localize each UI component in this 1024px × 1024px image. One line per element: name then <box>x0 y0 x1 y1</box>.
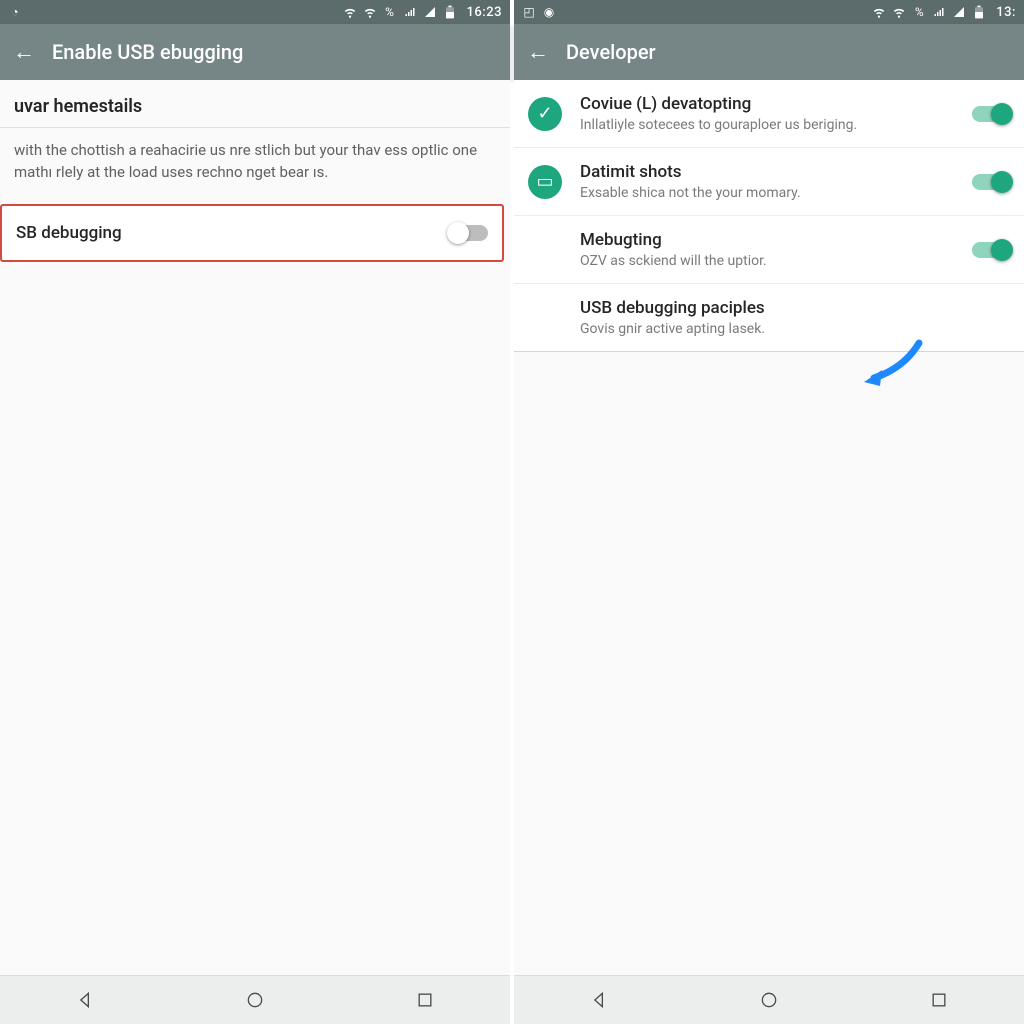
nav-back-icon[interactable] <box>588 989 610 1011</box>
dev-row-mebugting[interactable]: Mebugting OZV as sckiend will the uptior… <box>514 216 1024 284</box>
phone-right: ◰ ◉ % 13: ← Developer <box>514 0 1024 1024</box>
signal-icon <box>932 5 946 19</box>
nav-home-icon[interactable] <box>244 989 266 1011</box>
phone-left: ◔ % 16:23 ← Enable USB ebugging <box>0 0 514 1024</box>
content-area: uvar hemestails with the chottish a reah… <box>0 80 510 975</box>
app-bar: ← Developer <box>514 24 1024 80</box>
back-icon[interactable]: ← <box>526 40 550 64</box>
status-time: 16:23 <box>467 5 502 20</box>
section-header: uvar hemestails <box>0 80 510 127</box>
dev-row-datimit[interactable]: ▭ Datimit shots Exsable shica not the yo… <box>514 148 1024 216</box>
status-bar: ◔ % 16:23 <box>0 0 510 24</box>
nav-bar <box>514 975 1024 1024</box>
signal-icon <box>952 5 966 19</box>
percent-icon: % <box>912 5 926 19</box>
wifi-icon <box>892 5 906 19</box>
sync-icon: ◉ <box>542 5 556 19</box>
row-title: Datimit shots <box>580 162 950 182</box>
dev-row-coviue[interactable]: ✓ Coviue (L) devatopting Inllatliyle sot… <box>514 80 1024 148</box>
row-subtitle: Exsable shica not the your momary. <box>580 185 950 201</box>
status-time: 13: <box>996 5 1016 20</box>
row-toggle[interactable] <box>972 171 1012 193</box>
nav-back-icon[interactable] <box>74 989 96 1011</box>
wifi-icon <box>363 5 377 19</box>
signal-icon <box>403 5 417 19</box>
status-bar: ◰ ◉ % 13: <box>514 0 1024 24</box>
battery-icon <box>972 5 986 19</box>
check-icon: ✓ <box>528 97 562 131</box>
crop-icon: ◰ <box>522 5 536 19</box>
usb-debugging-label: SB debugging <box>16 223 122 243</box>
row-toggle[interactable] <box>972 103 1012 125</box>
usb-debugging-row[interactable]: SB debugging <box>0 204 504 262</box>
wifi-icon <box>343 5 357 19</box>
alarm-icon: ◔ <box>8 5 22 19</box>
back-icon[interactable]: ← <box>12 40 36 64</box>
card-icon: ▭ <box>528 165 562 199</box>
dev-row-usb-debugging[interactable]: USB debugging paciples Govis gnir active… <box>514 284 1024 352</box>
row-title: USB debugging paciples <box>580 298 950 318</box>
nav-recents-icon[interactable] <box>414 989 436 1011</box>
row-title: Coviue (L) devatopting <box>580 94 950 114</box>
nav-bar <box>0 975 510 1024</box>
section-description: with the chottish a reahacirie us nre st… <box>0 128 510 198</box>
nav-recents-icon[interactable] <box>928 989 950 1011</box>
row-toggle[interactable] <box>972 239 1012 261</box>
app-bar: ← Enable USB ebugging <box>0 24 510 80</box>
row-subtitle: Govis gnir active apting lasek. <box>580 321 950 337</box>
usb-debugging-toggle[interactable] <box>448 222 488 244</box>
row-title: Mebugting <box>580 230 950 250</box>
wifi-icon <box>872 5 886 19</box>
percent-icon: % <box>383 5 397 19</box>
row-subtitle: Inllatliyle sotecees to gouraploer us be… <box>580 117 950 133</box>
content-area: ✓ Coviue (L) devatopting Inllatliyle sot… <box>514 80 1024 975</box>
page-title: Developer <box>566 40 656 64</box>
signal-icon <box>423 5 437 19</box>
nav-home-icon[interactable] <box>758 989 780 1011</box>
row-subtitle: OZV as sckiend will the uptior. <box>580 253 950 269</box>
page-title: Enable USB ebugging <box>52 40 243 64</box>
battery-icon <box>443 5 457 19</box>
